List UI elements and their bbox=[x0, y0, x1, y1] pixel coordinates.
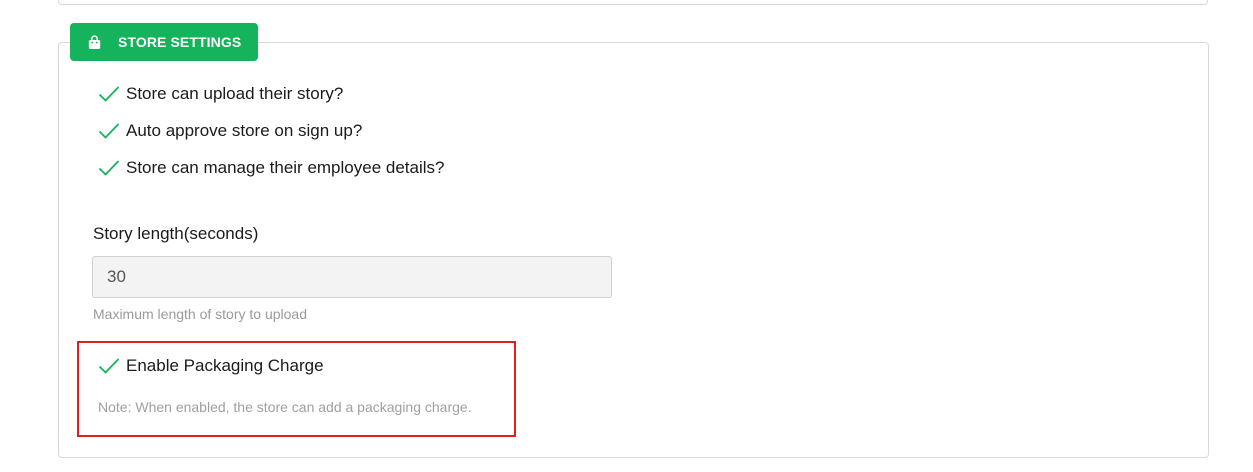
shopping-bag-icon bbox=[87, 34, 102, 50]
store-settings-title: STORE SETTINGS bbox=[118, 34, 242, 50]
option-auto-approve-store[interactable]: Auto approve store on sign up? bbox=[98, 121, 362, 141]
option-label: Store can manage their employee details? bbox=[126, 158, 445, 177]
option-store-upload-story[interactable]: Store can upload their story? bbox=[98, 84, 343, 104]
store-settings-header: STORE SETTINGS bbox=[70, 23, 258, 61]
packaging-note: Note: When enabled, the store can add a … bbox=[98, 399, 472, 415]
option-label: Enable Packaging Charge bbox=[126, 356, 324, 375]
check-icon bbox=[98, 159, 120, 177]
option-label: Store can upload their story? bbox=[126, 84, 344, 103]
check-icon bbox=[98, 85, 120, 103]
option-manage-employees[interactable]: Store can manage their employee details? bbox=[98, 158, 444, 178]
previous-card-edge bbox=[58, 0, 1208, 5]
story-length-label: Story length(seconds) bbox=[93, 224, 259, 243]
check-icon bbox=[98, 357, 120, 375]
check-icon bbox=[98, 122, 120, 140]
story-length-input[interactable] bbox=[92, 256, 612, 298]
option-label: Auto approve store on sign up? bbox=[126, 121, 363, 140]
story-length-help: Maximum length of story to upload bbox=[93, 306, 307, 322]
option-enable-packaging-charge[interactable]: Enable Packaging Charge bbox=[98, 356, 324, 376]
